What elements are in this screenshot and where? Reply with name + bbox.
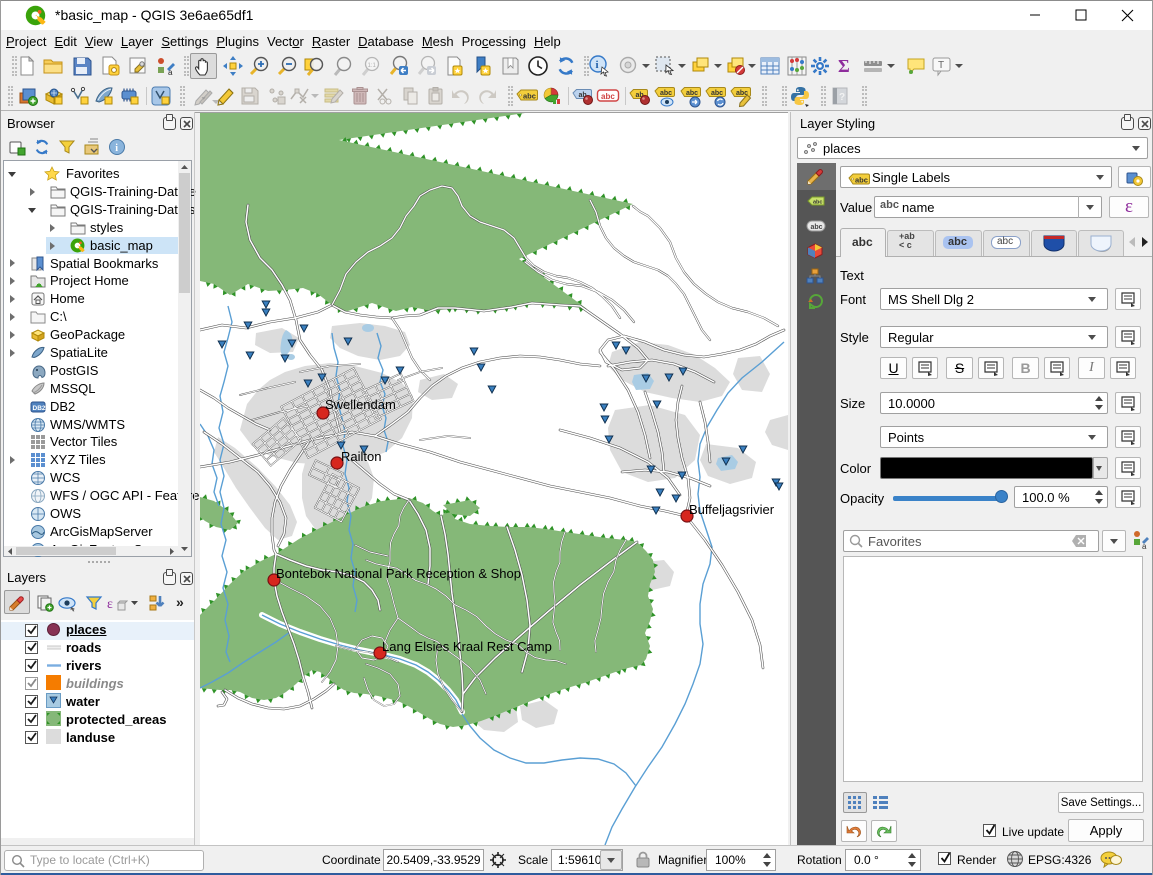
svg-text:Railton: Railton	[341, 449, 381, 464]
svg-text:1:1: 1:1	[368, 63, 377, 69]
svg-text:Σ: Σ	[838, 56, 850, 76]
svg-text:T: T	[938, 60, 944, 71]
svg-text:ε: ε	[107, 597, 113, 612]
svg-text:abc: abc	[601, 92, 615, 101]
svg-text:Lang Elsies Kraal Rest Camp: Lang Elsies Kraal Rest Camp	[382, 639, 552, 654]
svg-text:abc: abc	[811, 224, 823, 231]
svg-text:i: i	[115, 143, 118, 154]
svg-text:abc: abc	[711, 90, 723, 97]
svg-text:abc: abc	[660, 90, 672, 97]
svg-text:a: a	[1142, 542, 1147, 550]
svg-text:abc: abc	[686, 90, 698, 97]
svg-text:abc: abc	[813, 200, 822, 206]
svg-text:DB2: DB2	[33, 405, 46, 412]
svg-text:Buffeljagsrivier: Buffeljagsrivier	[689, 502, 775, 517]
svg-text:?: ?	[839, 92, 845, 103]
svg-text:a: a	[168, 68, 173, 76]
svg-text:i: i	[596, 59, 599, 71]
svg-text:Swellendam: Swellendam	[325, 397, 396, 412]
svg-text:Bontebok National Park Recepti: Bontebok National Park Reception & Shop	[276, 566, 521, 581]
svg-text:abc: abc	[523, 92, 536, 101]
svg-text:abc: abc	[855, 176, 868, 185]
